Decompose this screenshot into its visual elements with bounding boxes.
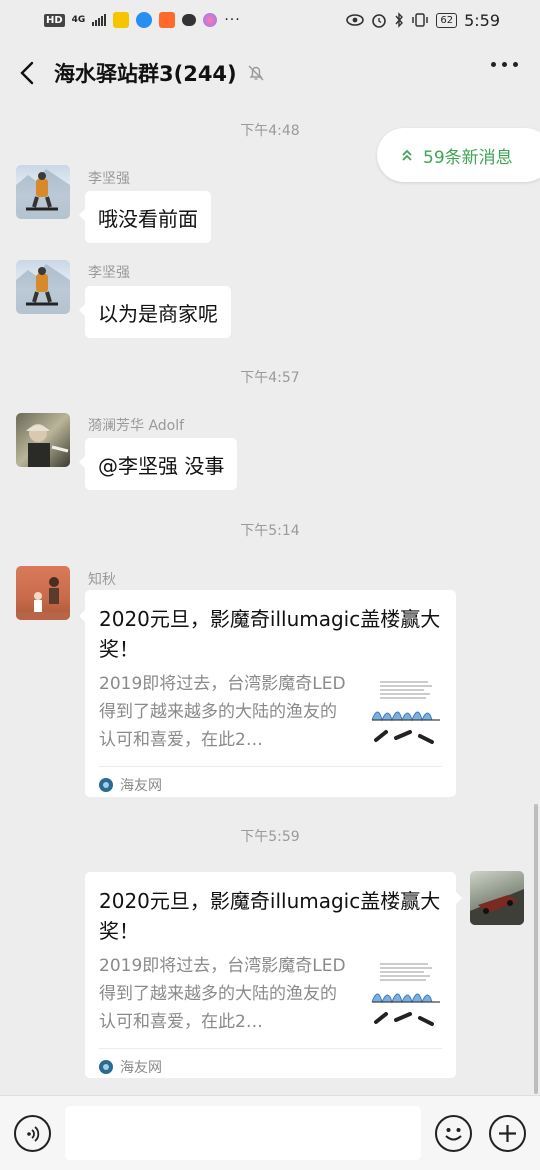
card-description: 2019即将过去，台湾影魔奇LED得到了越来越多的大陆的渔友的认可和喜爱，在此2… bbox=[99, 674, 346, 750]
avatar[interactable] bbox=[16, 260, 70, 314]
sender-name: 李坚强 bbox=[88, 171, 130, 187]
avatar[interactable] bbox=[16, 413, 70, 467]
plus-icon[interactable] bbox=[489, 1115, 526, 1152]
message-bubble[interactable]: @李坚强 没事 bbox=[78, 438, 238, 490]
app-notification-icon bbox=[136, 12, 153, 28]
chevron-left-icon bbox=[20, 61, 34, 85]
source-logo-icon bbox=[99, 777, 113, 792]
emoji-icon[interactable] bbox=[435, 1115, 472, 1152]
message-input[interactable] bbox=[65, 1106, 421, 1160]
avatar[interactable] bbox=[470, 871, 524, 925]
sender-name: 李坚强 bbox=[88, 265, 130, 281]
card-description: 2019即将过去，台湾影魔奇LED得到了越来越多的大陆的渔友的认可和喜爱，在此2… bbox=[99, 956, 346, 1032]
network-type: 4G bbox=[71, 14, 86, 25]
vibrate-icon bbox=[412, 13, 429, 27]
card-title: 2020元旦，影魔奇illumagic盖楼赢大奖！ bbox=[99, 889, 441, 943]
eye-icon bbox=[346, 14, 365, 26]
sender-name: 漪澜芳华 Adolf bbox=[88, 418, 185, 434]
voice-icon[interactable] bbox=[14, 1115, 51, 1152]
new-messages-label: 59条新消息 bbox=[423, 147, 513, 168]
message-bubble[interactable]: 以为是商家呢 bbox=[79, 286, 231, 338]
back-button[interactable] bbox=[0, 40, 54, 106]
card-source: 海友网 bbox=[120, 777, 162, 794]
card-thumbnail bbox=[370, 958, 442, 1030]
double-chevron-up-icon bbox=[401, 149, 413, 161]
more-dots-icon[interactable] bbox=[491, 62, 518, 67]
input-bar bbox=[0, 1095, 540, 1170]
card-title: 2020元旦，影魔奇illumagic盖楼赢大奖！ bbox=[99, 607, 441, 661]
message-timestamp: 下午4:48 bbox=[240, 123, 300, 139]
alarm-icon bbox=[372, 14, 387, 28]
chat-title: 海水驿站群3(244) bbox=[54, 62, 237, 86]
app-notification-icon bbox=[203, 13, 218, 27]
app-notification-icon bbox=[113, 12, 130, 28]
card-thumbnail bbox=[370, 676, 442, 748]
message-bubble[interactable]: 哦没看前面 bbox=[79, 191, 211, 243]
message-timestamp: 下午5:14 bbox=[240, 523, 300, 539]
link-card[interactable]: 2020元旦，影魔奇illumagic盖楼赢大奖！ 2019即将过去，台湾影魔奇… bbox=[85, 872, 462, 1078]
card-source: 海友网 bbox=[120, 1059, 162, 1076]
status-bar: HD 4G ··· 62 5:59 bbox=[0, 0, 540, 40]
hd-indicator: HD bbox=[44, 13, 65, 27]
more-notifications-icon: ··· bbox=[224, 12, 241, 28]
battery-indicator: 62 bbox=[436, 12, 458, 28]
sender-name: 知秋 bbox=[88, 572, 116, 588]
link-card[interactable]: 2020元旦，影魔奇illumagic盖楼赢大奖！ 2019即将过去，台湾影魔奇… bbox=[79, 590, 456, 797]
app-notification-icon bbox=[159, 12, 176, 28]
bluetooth-icon bbox=[395, 12, 404, 28]
message-timestamp: 下午5:59 bbox=[240, 829, 300, 845]
message-timestamp: 下午4:57 bbox=[240, 370, 300, 386]
message-icon bbox=[182, 14, 197, 26]
avatar[interactable] bbox=[16, 165, 70, 219]
source-logo-icon bbox=[99, 1059, 113, 1074]
scrollbar[interactable] bbox=[534, 804, 538, 1094]
clock: 5:59 bbox=[464, 10, 500, 30]
chat-header: 海水驿站群3(244) bbox=[0, 40, 540, 106]
bell-off-icon bbox=[248, 65, 264, 81]
avatar[interactable] bbox=[16, 566, 70, 620]
signal-icon bbox=[92, 14, 107, 26]
